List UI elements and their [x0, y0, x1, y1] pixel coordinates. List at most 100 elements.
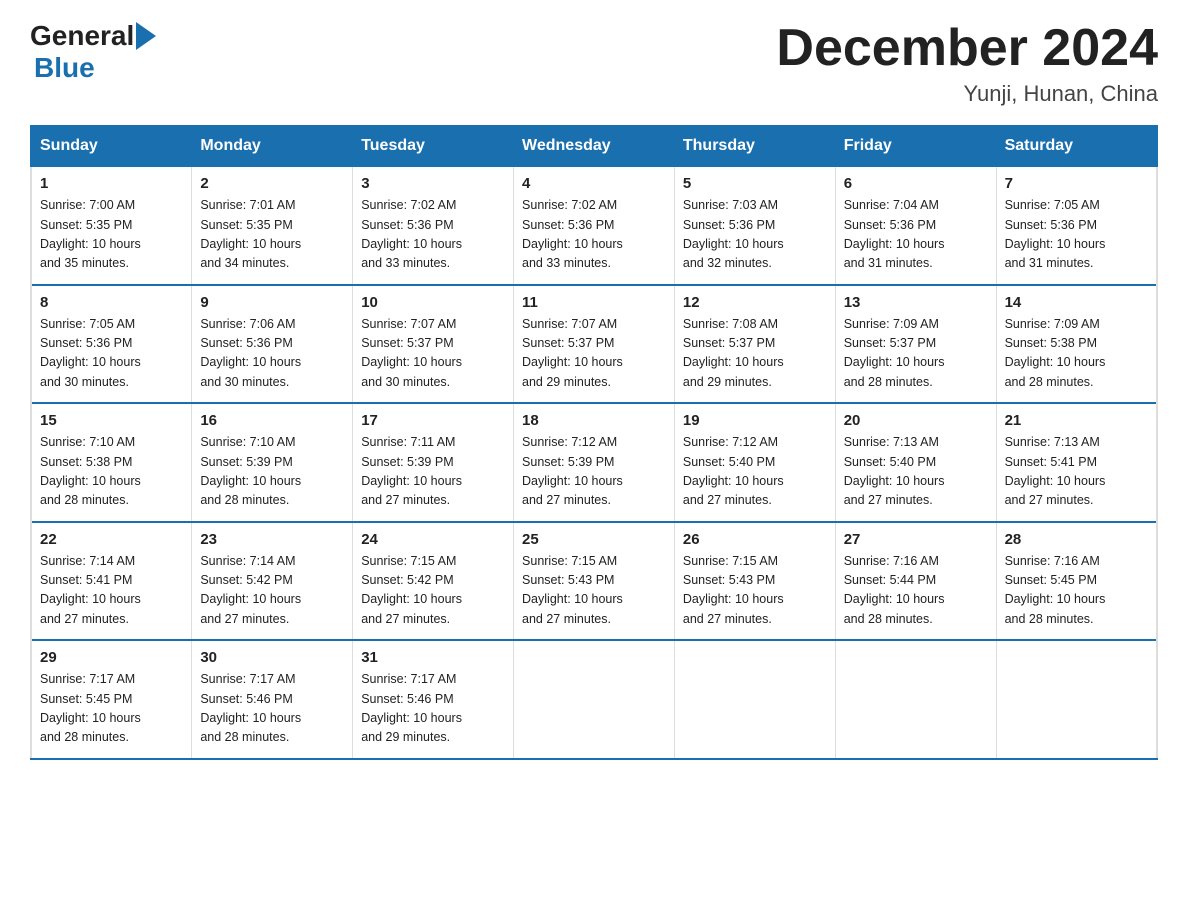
day-info: Sunrise: 7:15 AMSunset: 5:42 PMDaylight:…	[361, 554, 462, 626]
day-info: Sunrise: 7:07 AMSunset: 5:37 PMDaylight:…	[361, 317, 462, 389]
logo-general-text: General	[30, 20, 134, 52]
title-area: December 2024 Yunji, Hunan, China	[776, 20, 1158, 107]
calendar-cell: 22 Sunrise: 7:14 AMSunset: 5:41 PMDaylig…	[31, 522, 192, 641]
day-info: Sunrise: 7:07 AMSunset: 5:37 PMDaylight:…	[522, 317, 623, 389]
day-info: Sunrise: 7:05 AMSunset: 5:36 PMDaylight:…	[40, 317, 141, 389]
day-number: 30	[200, 649, 344, 666]
calendar-cell: 27 Sunrise: 7:16 AMSunset: 5:44 PMDaylig…	[835, 522, 996, 641]
column-header-tuesday: Tuesday	[353, 126, 514, 166]
calendar-cell: 15 Sunrise: 7:10 AMSunset: 5:38 PMDaylig…	[31, 403, 192, 522]
calendar-body: 1 Sunrise: 7:00 AMSunset: 5:35 PMDayligh…	[31, 166, 1157, 759]
calendar-cell: 30 Sunrise: 7:17 AMSunset: 5:46 PMDaylig…	[192, 640, 353, 759]
calendar-cell: 8 Sunrise: 7:05 AMSunset: 5:36 PMDayligh…	[31, 285, 192, 404]
day-number: 6	[844, 175, 988, 192]
day-number: 23	[200, 531, 344, 548]
day-info: Sunrise: 7:17 AMSunset: 5:46 PMDaylight:…	[200, 672, 301, 744]
day-number: 8	[40, 294, 183, 311]
logo-arrow-icon	[136, 22, 156, 50]
day-number: 17	[361, 412, 505, 429]
day-info: Sunrise: 7:12 AMSunset: 5:39 PMDaylight:…	[522, 435, 623, 507]
day-number: 5	[683, 175, 827, 192]
day-number: 12	[683, 294, 827, 311]
calendar-week-2: 8 Sunrise: 7:05 AMSunset: 5:36 PMDayligh…	[31, 285, 1157, 404]
page-header: General Blue December 2024 Yunji, Hunan,…	[30, 20, 1158, 107]
calendar-cell: 24 Sunrise: 7:15 AMSunset: 5:42 PMDaylig…	[353, 522, 514, 641]
calendar-cell: 3 Sunrise: 7:02 AMSunset: 5:36 PMDayligh…	[353, 166, 514, 285]
day-info: Sunrise: 7:02 AMSunset: 5:36 PMDaylight:…	[522, 198, 623, 270]
calendar-table: SundayMondayTuesdayWednesdayThursdayFrid…	[30, 125, 1158, 760]
month-title: December 2024	[776, 20, 1158, 77]
calendar-cell	[996, 640, 1157, 759]
column-header-monday: Monday	[192, 126, 353, 166]
calendar-cell: 4 Sunrise: 7:02 AMSunset: 5:36 PMDayligh…	[514, 166, 675, 285]
day-info: Sunrise: 7:02 AMSunset: 5:36 PMDaylight:…	[361, 198, 462, 270]
day-info: Sunrise: 7:17 AMSunset: 5:45 PMDaylight:…	[40, 672, 141, 744]
column-header-sunday: Sunday	[31, 126, 192, 166]
day-info: Sunrise: 7:11 AMSunset: 5:39 PMDaylight:…	[361, 435, 462, 507]
day-info: Sunrise: 7:17 AMSunset: 5:46 PMDaylight:…	[361, 672, 462, 744]
calendar-cell: 11 Sunrise: 7:07 AMSunset: 5:37 PMDaylig…	[514, 285, 675, 404]
day-info: Sunrise: 7:03 AMSunset: 5:36 PMDaylight:…	[683, 198, 784, 270]
calendar-cell: 26 Sunrise: 7:15 AMSunset: 5:43 PMDaylig…	[674, 522, 835, 641]
calendar-cell: 6 Sunrise: 7:04 AMSunset: 5:36 PMDayligh…	[835, 166, 996, 285]
calendar-cell: 1 Sunrise: 7:00 AMSunset: 5:35 PMDayligh…	[31, 166, 192, 285]
day-info: Sunrise: 7:16 AMSunset: 5:44 PMDaylight:…	[844, 554, 945, 626]
day-number: 28	[1005, 531, 1148, 548]
calendar-cell: 2 Sunrise: 7:01 AMSunset: 5:35 PMDayligh…	[192, 166, 353, 285]
calendar-cell	[514, 640, 675, 759]
day-number: 25	[522, 531, 666, 548]
calendar-cell	[674, 640, 835, 759]
calendar-week-3: 15 Sunrise: 7:10 AMSunset: 5:38 PMDaylig…	[31, 403, 1157, 522]
day-number: 9	[200, 294, 344, 311]
calendar-cell: 18 Sunrise: 7:12 AMSunset: 5:39 PMDaylig…	[514, 403, 675, 522]
column-header-friday: Friday	[835, 126, 996, 166]
day-info: Sunrise: 7:10 AMSunset: 5:38 PMDaylight:…	[40, 435, 141, 507]
day-info: Sunrise: 7:10 AMSunset: 5:39 PMDaylight:…	[200, 435, 301, 507]
day-number: 29	[40, 649, 183, 666]
day-info: Sunrise: 7:00 AMSunset: 5:35 PMDaylight:…	[40, 198, 141, 270]
day-info: Sunrise: 7:15 AMSunset: 5:43 PMDaylight:…	[683, 554, 784, 626]
day-info: Sunrise: 7:14 AMSunset: 5:42 PMDaylight:…	[200, 554, 301, 626]
column-header-wednesday: Wednesday	[514, 126, 675, 166]
day-number: 26	[683, 531, 827, 548]
calendar-cell: 20 Sunrise: 7:13 AMSunset: 5:40 PMDaylig…	[835, 403, 996, 522]
calendar-cell: 14 Sunrise: 7:09 AMSunset: 5:38 PMDaylig…	[996, 285, 1157, 404]
day-info: Sunrise: 7:06 AMSunset: 5:36 PMDaylight:…	[200, 317, 301, 389]
day-number: 20	[844, 412, 988, 429]
logo: General Blue	[30, 20, 158, 84]
header-row: SundayMondayTuesdayWednesdayThursdayFrid…	[31, 126, 1157, 166]
day-number: 14	[1005, 294, 1148, 311]
day-info: Sunrise: 7:05 AMSunset: 5:36 PMDaylight:…	[1005, 198, 1106, 270]
day-info: Sunrise: 7:04 AMSunset: 5:36 PMDaylight:…	[844, 198, 945, 270]
day-number: 15	[40, 412, 183, 429]
calendar-cell: 16 Sunrise: 7:10 AMSunset: 5:39 PMDaylig…	[192, 403, 353, 522]
logo-blue-text: Blue	[34, 52, 95, 83]
calendar-cell: 25 Sunrise: 7:15 AMSunset: 5:43 PMDaylig…	[514, 522, 675, 641]
calendar-cell: 9 Sunrise: 7:06 AMSunset: 5:36 PMDayligh…	[192, 285, 353, 404]
calendar-cell: 13 Sunrise: 7:09 AMSunset: 5:37 PMDaylig…	[835, 285, 996, 404]
day-number: 19	[683, 412, 827, 429]
day-number: 3	[361, 175, 505, 192]
day-info: Sunrise: 7:12 AMSunset: 5:40 PMDaylight:…	[683, 435, 784, 507]
day-number: 7	[1005, 175, 1148, 192]
day-number: 27	[844, 531, 988, 548]
day-info: Sunrise: 7:09 AMSunset: 5:38 PMDaylight:…	[1005, 317, 1106, 389]
column-header-saturday: Saturday	[996, 126, 1157, 166]
calendar-week-5: 29 Sunrise: 7:17 AMSunset: 5:45 PMDaylig…	[31, 640, 1157, 759]
day-number: 11	[522, 294, 666, 311]
calendar-cell: 10 Sunrise: 7:07 AMSunset: 5:37 PMDaylig…	[353, 285, 514, 404]
calendar-cell: 21 Sunrise: 7:13 AMSunset: 5:41 PMDaylig…	[996, 403, 1157, 522]
calendar-cell: 12 Sunrise: 7:08 AMSunset: 5:37 PMDaylig…	[674, 285, 835, 404]
calendar-cell: 17 Sunrise: 7:11 AMSunset: 5:39 PMDaylig…	[353, 403, 514, 522]
day-info: Sunrise: 7:13 AMSunset: 5:41 PMDaylight:…	[1005, 435, 1106, 507]
calendar-cell: 23 Sunrise: 7:14 AMSunset: 5:42 PMDaylig…	[192, 522, 353, 641]
day-number: 4	[522, 175, 666, 192]
calendar-cell: 29 Sunrise: 7:17 AMSunset: 5:45 PMDaylig…	[31, 640, 192, 759]
day-info: Sunrise: 7:16 AMSunset: 5:45 PMDaylight:…	[1005, 554, 1106, 626]
column-header-thursday: Thursday	[674, 126, 835, 166]
calendar-cell: 31 Sunrise: 7:17 AMSunset: 5:46 PMDaylig…	[353, 640, 514, 759]
day-number: 1	[40, 175, 183, 192]
location-subtitle: Yunji, Hunan, China	[776, 81, 1158, 107]
calendar-cell: 7 Sunrise: 7:05 AMSunset: 5:36 PMDayligh…	[996, 166, 1157, 285]
day-number: 22	[40, 531, 183, 548]
